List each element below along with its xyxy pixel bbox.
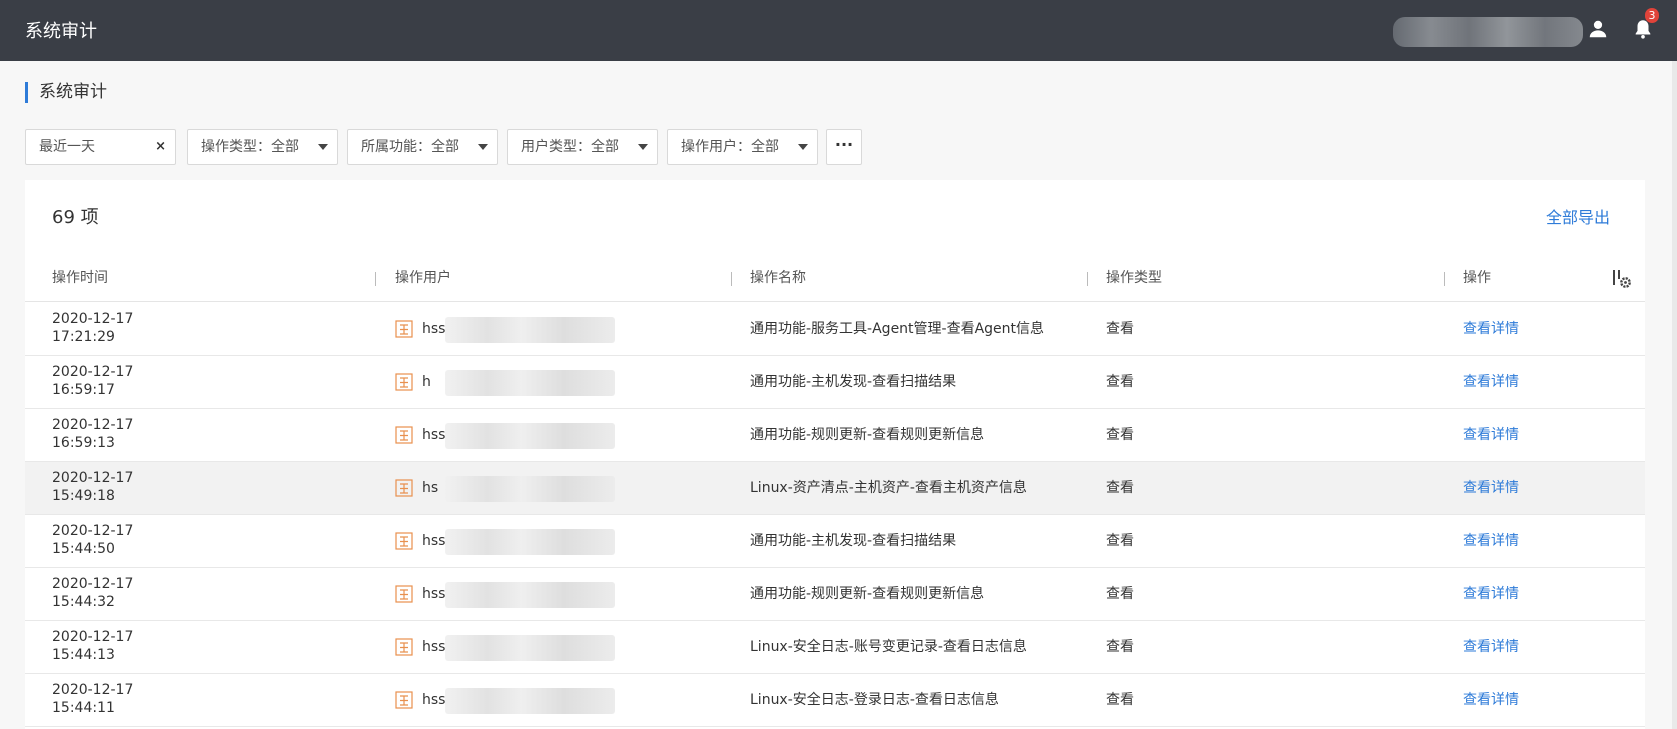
table-row: 2020-12-17 15:44:13 hss Linux-安全日志-账号变更记录… (25, 621, 1645, 674)
blurred-username (445, 529, 615, 555)
user-account-icon (395, 691, 413, 709)
table-row: 2020-12-17 16:59:13 hss 通用功能-规则更新-查看规则更新信… (25, 409, 1645, 462)
chevron-down-icon (318, 144, 328, 150)
operation-time: 2020-12-17 16:59:17 (52, 364, 134, 398)
blurred-username (445, 370, 615, 396)
column-divider[interactable] (1444, 272, 1445, 286)
operation-time: 2020-12-17 16:59:13 (52, 417, 134, 451)
column-header-action: 操作 (1463, 270, 1491, 286)
blurred-username (1393, 17, 1583, 47)
operation-name: Linux-安全日志-账号变更记录-查看日志信息 (750, 639, 1027, 655)
blurred-username (445, 635, 615, 661)
operation-time: 2020-12-17 15:49:18 (52, 470, 134, 504)
user-account-icon (395, 585, 413, 603)
view-details-link[interactable]: 查看详情 (1463, 585, 1519, 604)
chevron-down-icon (638, 144, 648, 150)
view-details-link[interactable]: 查看详情 (1463, 426, 1519, 445)
table-row: 2020-12-17 15:44:50 hss- 通用功能-主机发现-查看扫描结果… (25, 515, 1645, 568)
user-account-icon (395, 320, 413, 338)
blurred-username (445, 476, 615, 502)
operation-type: 查看 (1106, 427, 1134, 443)
table-row: 2020-12-17 15:49:18 hs Linux-资产清点-主机资产-查看… (25, 462, 1645, 515)
operation-type: 查看 (1106, 374, 1134, 390)
column-header-type[interactable]: 操作类型 (1106, 260, 1162, 302)
user-type-filter[interactable]: 用户类型：全部 (507, 129, 658, 165)
user-account-icon (395, 532, 413, 550)
user-account-icon (395, 479, 413, 497)
app-title: 系统审计 (25, 21, 97, 42)
operation-type: 查看 (1106, 321, 1134, 337)
operation-name: 通用功能-服务工具-Agent管理-查看Agent信息 (750, 321, 1045, 337)
top-bar: 系统审计 3 (0, 0, 1677, 61)
operation-name: Linux-资产清点-主机资产-查看主机资产信息 (750, 480, 1027, 496)
more-filters-button[interactable]: ··· (826, 129, 862, 165)
column-header-operation[interactable]: 操作名称 (750, 260, 806, 302)
audit-table-panel: 69 项 全部导出 操作时间 操作用户 操作名称 操作类型 操作 2020-12… (25, 180, 1645, 729)
operation-name: 通用功能-规则更新-查看规则更新信息 (750, 427, 985, 443)
result-count: 69 项 (52, 207, 99, 228)
table-header: 操作时间 操作用户 操作名称 操作类型 操作 (25, 260, 1645, 302)
user-type-filter-label: 用户类型：全部 (521, 139, 619, 155)
column-settings-icon[interactable] (1611, 268, 1633, 290)
page-title: 系统审计 (25, 82, 107, 103)
view-details-link[interactable]: 查看详情 (1463, 638, 1519, 657)
column-divider[interactable] (1087, 272, 1088, 286)
table-row: 2020-12-17 15:44:11 hss Linux-安全日志-登录日志-查… (25, 674, 1645, 727)
operation-time: 2020-12-17 15:44:32 (52, 576, 134, 610)
view-details-link[interactable]: 查看详情 (1463, 691, 1519, 710)
date-range-value: 最近一天 (39, 139, 95, 155)
view-details-link[interactable]: 查看详情 (1463, 532, 1519, 551)
operation-time: 2020-12-17 15:44:50 (52, 523, 134, 557)
operation-name: 通用功能-主机发现-查看扫描结果 (750, 533, 957, 549)
operation-type: 查看 (1106, 533, 1134, 549)
blurred-username (445, 423, 615, 449)
operation-name: 通用功能-规则更新-查看规则更新信息 (750, 586, 985, 602)
blurred-username (445, 688, 615, 714)
table-row: 2020-12-17 17:21:29 hss 通用功能-服务工具-Agent管理… (25, 303, 1645, 356)
view-details-link[interactable]: 查看详情 (1463, 320, 1519, 339)
user-account-icon (395, 426, 413, 444)
feature-filter[interactable]: 所属功能：全部 (347, 129, 498, 165)
operation-user-filter-label: 操作用户：全部 (681, 139, 779, 155)
clear-date-icon[interactable]: × (155, 130, 166, 164)
blurred-username (445, 582, 615, 608)
operation-time: 2020-12-17 17:21:29 (52, 311, 134, 345)
operation-type-filter-label: 操作类型：全部 (201, 139, 299, 155)
chevron-down-icon (478, 144, 488, 150)
operation-name: Linux-安全日志-登录日志-查看日志信息 (750, 692, 999, 708)
user-account-icon (395, 373, 413, 391)
column-divider[interactable] (731, 272, 732, 286)
operation-type: 查看 (1106, 692, 1134, 708)
operation-type: 查看 (1106, 586, 1134, 602)
column-header-user[interactable]: 操作用户 (395, 260, 451, 302)
column-divider[interactable] (375, 272, 376, 286)
export-all-link[interactable]: 全部导出 (1546, 204, 1610, 228)
operation-name: 通用功能-主机发现-查看扫描结果 (750, 374, 957, 390)
feature-filter-label: 所属功能：全部 (361, 139, 459, 155)
table-row: 2020-12-17 16:59:17 h 通用功能-主机发现-查看扫描结果 查看… (25, 356, 1645, 409)
column-header-time[interactable]: 操作时间 (52, 260, 108, 302)
operation-type: 查看 (1106, 480, 1134, 496)
table-row: 2020-12-17 15:44:32 hss 通用功能-规则更新-查看规则更新信… (25, 568, 1645, 621)
blurred-username (445, 317, 615, 343)
operation-time: 2020-12-17 15:44:11 (52, 682, 134, 716)
user-icon[interactable] (1587, 18, 1609, 40)
scrollbar[interactable] (1672, 61, 1677, 729)
operation-type: 查看 (1106, 639, 1134, 655)
notification-badge: 3 (1645, 8, 1659, 23)
operation-type-filter[interactable]: 操作类型：全部 (187, 129, 338, 165)
view-details-link[interactable]: 查看详情 (1463, 479, 1519, 498)
date-range-filter[interactable]: 最近一天 × (25, 129, 176, 165)
chevron-down-icon (798, 144, 808, 150)
operation-time: 2020-12-17 15:44:13 (52, 629, 134, 663)
view-details-link[interactable]: 查看详情 (1463, 373, 1519, 392)
user-account-icon (395, 638, 413, 656)
operation-user-filter[interactable]: 操作用户：全部 (667, 129, 818, 165)
